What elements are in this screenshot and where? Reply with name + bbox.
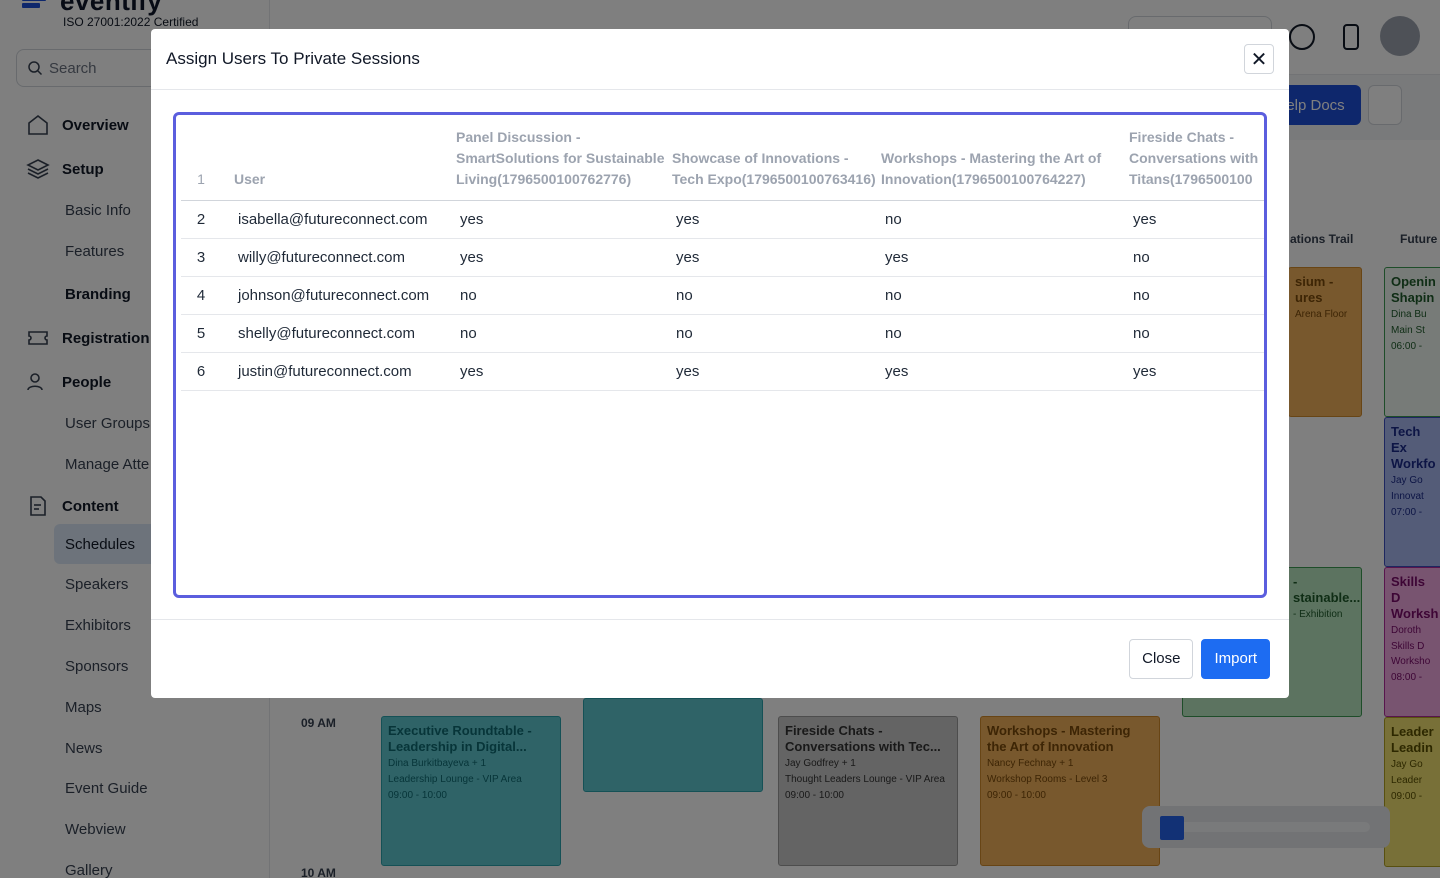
modal-footer: Close Import bbox=[151, 620, 1289, 697]
close-button[interactable]: Close bbox=[1129, 638, 1194, 679]
column-header-session: Showcase of Innovations - Tech Expo(1796… bbox=[672, 121, 881, 201]
assignment-cell: no bbox=[1129, 314, 1264, 353]
assignment-cell: yes bbox=[456, 238, 672, 277]
column-header-session: Workshops - Mastering the Art of Innovat… bbox=[881, 121, 1129, 201]
row-number-header: 1 bbox=[181, 121, 221, 201]
assignment-cell: no bbox=[672, 276, 881, 315]
column-header-session: Panel Discussion - SmartSolutions for Su… bbox=[456, 121, 672, 201]
assignment-cell: no bbox=[881, 276, 1129, 315]
assign-users-modal: Assign Users To Private Sessions ✕ 1 Use… bbox=[151, 29, 1289, 698]
column-header-user: User bbox=[221, 121, 456, 201]
table-row: 3 willy@futureconnect.com yes yes yes no bbox=[181, 238, 1264, 277]
assignment-cell: yes bbox=[672, 200, 881, 239]
user-email-cell: johnson@futureconnect.com bbox=[221, 276, 456, 315]
user-email-cell: justin@futureconnect.com bbox=[221, 352, 456, 391]
table-header-row: 1 User Panel Discussion - SmartSolutions… bbox=[181, 121, 1264, 201]
assignment-cell: yes bbox=[672, 352, 881, 391]
table-row: 2 isabella@futureconnect.com yes yes no yes bbox=[181, 200, 1264, 239]
close-icon[interactable]: ✕ bbox=[1244, 44, 1274, 74]
modal-title: Assign Users To Private Sessions bbox=[166, 49, 420, 68]
assignment-cell: no bbox=[456, 314, 672, 353]
assignment-cell: yes bbox=[456, 352, 672, 391]
assignment-cell: no bbox=[881, 200, 1129, 239]
assignment-table: 1 User Panel Discussion - SmartSolutions… bbox=[181, 121, 1264, 391]
table-row: 5 shelly@futureconnect.com no no no no bbox=[181, 314, 1264, 353]
import-button[interactable]: Import bbox=[1201, 638, 1270, 679]
assignment-cell: yes bbox=[456, 200, 672, 239]
row-number: 6 bbox=[181, 352, 221, 391]
modal-header: Assign Users To Private Sessions ✕ bbox=[151, 29, 1289, 90]
table-row: 4 johnson@futureconnect.com no no no no bbox=[181, 276, 1264, 315]
assignment-cell: no bbox=[672, 314, 881, 353]
assignment-cell: no bbox=[456, 276, 672, 315]
assignment-cell: yes bbox=[1129, 200, 1264, 239]
column-header-session: Fireside Chats - Conversations with Tita… bbox=[1129, 121, 1264, 201]
assignment-cell: yes bbox=[1129, 352, 1264, 391]
row-number: 3 bbox=[181, 238, 221, 277]
row-number: 2 bbox=[181, 200, 221, 239]
assignment-cell: no bbox=[881, 314, 1129, 353]
assignment-cell: yes bbox=[881, 238, 1129, 277]
modal-body: 1 User Panel Discussion - SmartSolutions… bbox=[151, 90, 1289, 620]
row-number: 4 bbox=[181, 276, 221, 315]
spreadsheet-preview[interactable]: 1 User Panel Discussion - SmartSolutions… bbox=[173, 112, 1267, 598]
table-row: 6 justin@futureconnect.com yes yes yes yes bbox=[181, 352, 1264, 391]
user-email-cell: shelly@futureconnect.com bbox=[221, 314, 456, 353]
row-number: 5 bbox=[181, 314, 221, 353]
assignment-cell: yes bbox=[672, 238, 881, 277]
assignment-cell: yes bbox=[881, 352, 1129, 391]
assignment-cell: no bbox=[1129, 276, 1264, 315]
user-email-cell: willy@futureconnect.com bbox=[221, 238, 456, 277]
assignment-cell: no bbox=[1129, 238, 1264, 277]
user-email-cell: isabella@futureconnect.com bbox=[221, 200, 456, 239]
